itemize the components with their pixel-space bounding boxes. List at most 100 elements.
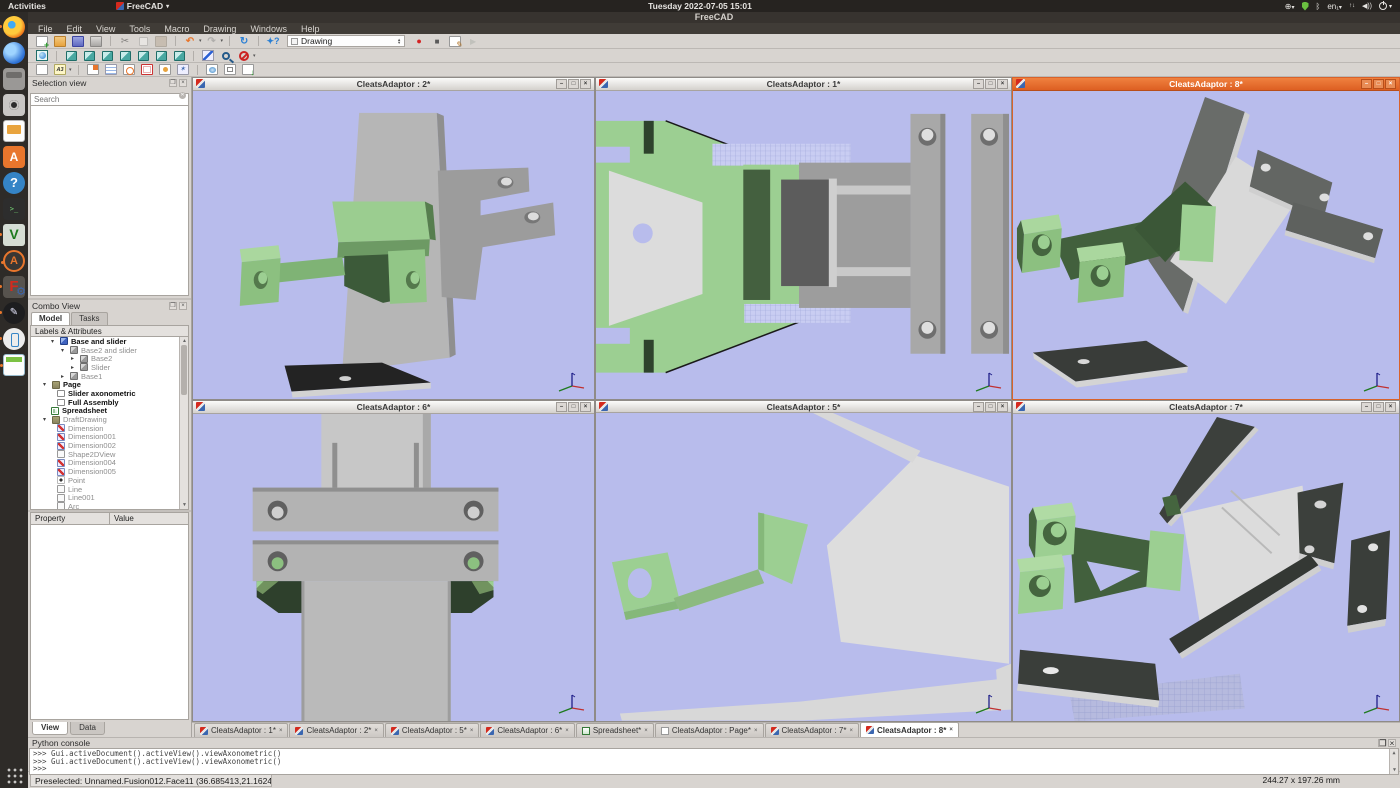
tree-item[interactable]: Dimension002 bbox=[31, 441, 188, 450]
tree-item[interactable]: Dimension004 bbox=[31, 459, 188, 468]
view-top-button[interactable] bbox=[99, 49, 115, 62]
tab-tasks[interactable]: Tasks bbox=[71, 312, 107, 325]
tab-cleatsadaptor-page[interactable]: CleatsAdaptor : Page*× bbox=[655, 723, 764, 737]
menu-windows[interactable]: Windows bbox=[250, 24, 287, 34]
paste-button[interactable] bbox=[153, 35, 169, 48]
viewport-3d-scene[interactable] bbox=[596, 413, 1011, 721]
maximize-button[interactable]: □ bbox=[985, 402, 996, 412]
save-page-button[interactable] bbox=[240, 63, 256, 76]
thunderbird-icon[interactable] bbox=[3, 42, 25, 64]
ubuntu-software-icon[interactable]: A bbox=[3, 146, 25, 168]
bluetooth-icon[interactable]: ᛒ bbox=[1316, 2, 1321, 11]
workbench-selector[interactable]: Drawing ▲▼ bbox=[287, 35, 405, 47]
calc-icon[interactable] bbox=[3, 354, 25, 376]
maximize-button[interactable]: □ bbox=[985, 79, 996, 89]
close-icon[interactable]: × bbox=[279, 728, 283, 734]
close-icon[interactable]: × bbox=[374, 728, 378, 734]
expander-icon[interactable] bbox=[71, 364, 77, 371]
vim-icon[interactable]: V bbox=[3, 224, 25, 246]
new-file-button[interactable] bbox=[34, 35, 50, 48]
design-app-icon[interactable]: ✎ bbox=[3, 302, 25, 324]
close-button[interactable]: × bbox=[1385, 79, 1396, 89]
expander-icon[interactable] bbox=[43, 381, 49, 388]
new-page-button[interactable] bbox=[34, 63, 50, 76]
power-menu[interactable]: ▾ bbox=[1379, 2, 1392, 10]
files-icon[interactable] bbox=[3, 68, 25, 90]
search-input[interactable] bbox=[30, 93, 189, 106]
tab-cleatsadaptor-6[interactable]: CleatsAdaptor : 6*× bbox=[480, 723, 574, 737]
close-icon[interactable]: × bbox=[565, 728, 569, 734]
volume-icon[interactable]: ◀)) bbox=[1362, 2, 1372, 10]
mdi-window-cleatsadaptor-2[interactable]: CleatsAdaptor : 2* –□× bbox=[192, 77, 595, 400]
app-menu[interactable]: FreeCAD ▾ bbox=[116, 1, 169, 11]
tab-cleatsadaptor-5[interactable]: CleatsAdaptor : 5*× bbox=[385, 723, 479, 737]
redo-button[interactable]: ↷ bbox=[204, 35, 220, 48]
minimize-button[interactable]: – bbox=[556, 402, 567, 412]
mdi-window-cleatsadaptor-6[interactable]: CleatsAdaptor : 6* –□× bbox=[192, 400, 595, 722]
tree-item[interactable]: Slider axonometric bbox=[31, 389, 188, 398]
a3-dropdown[interactable]: ▾ bbox=[69, 67, 72, 73]
clock[interactable]: Tuesday 2022-07-05 15:01 bbox=[0, 1, 1400, 11]
expander-icon[interactable] bbox=[61, 373, 67, 380]
fit-all-button[interactable] bbox=[34, 49, 50, 62]
python-console[interactable]: >>> Gui.activeDocument().activeView().vi… bbox=[29, 748, 1399, 775]
terminal-icon[interactable]: >_ bbox=[3, 198, 25, 220]
close-button[interactable]: × bbox=[997, 79, 1008, 89]
view-left-button[interactable] bbox=[171, 49, 187, 62]
macro-play-button[interactable]: ▶ bbox=[465, 35, 481, 48]
menu-macro[interactable]: Macro bbox=[164, 24, 189, 34]
system-tray[interactable]: ⊕▾ ᛒ en₁▾ ↑↓ ◀)) ▾ bbox=[1285, 2, 1392, 11]
save-button[interactable] bbox=[70, 35, 86, 48]
tab-cleatsadaptor-8[interactable]: CleatsAdaptor : 8*× bbox=[860, 722, 959, 737]
float-panel-button[interactable]: ❐ bbox=[169, 302, 177, 310]
close-panel-button[interactable]: × bbox=[1388, 739, 1396, 747]
mdi-window-cleatsadaptor-5[interactable]: CleatsAdaptor : 5* –□× bbox=[595, 400, 1012, 722]
float-panel-button[interactable]: ❐ bbox=[1378, 739, 1386, 747]
maximize-button[interactable]: □ bbox=[1373, 79, 1384, 89]
maximize-button[interactable]: □ bbox=[1373, 402, 1384, 412]
freecad-dock-icon[interactable]: F⚙ bbox=[3, 276, 25, 298]
macro-record-button[interactable]: ● bbox=[411, 35, 427, 48]
viewport-3d-scene[interactable] bbox=[193, 414, 594, 721]
impress-icon[interactable] bbox=[3, 120, 25, 142]
mdi-window-cleatsadaptor-1[interactable]: CleatsAdaptor : 1* –□× bbox=[595, 77, 1012, 400]
viewport-3d-scene[interactable] bbox=[596, 91, 1011, 400]
tab-cleatsadaptor-2[interactable]: CleatsAdaptor : 2*× bbox=[289, 723, 383, 737]
tree-item[interactable]: Base2 bbox=[31, 354, 188, 363]
tree-item[interactable]: Base and slider bbox=[31, 337, 188, 346]
tree-item[interactable]: Base1 bbox=[31, 372, 188, 381]
close-icon[interactable]: × bbox=[949, 727, 953, 733]
whats-this-button[interactable]: ✦? bbox=[265, 35, 281, 48]
tree-item[interactable]: Slider bbox=[31, 363, 188, 372]
close-button[interactable]: × bbox=[1385, 402, 1396, 412]
close-panel-button[interactable]: × bbox=[179, 79, 187, 87]
spreadsheet-view-button[interactable] bbox=[139, 63, 155, 76]
mdi-window-cleatsadaptor-7[interactable]: CleatsAdaptor : 7* –□× bbox=[1012, 400, 1400, 722]
measure-button[interactable] bbox=[200, 49, 216, 62]
close-icon[interactable]: × bbox=[470, 728, 474, 734]
zoom-button[interactable] bbox=[218, 49, 234, 62]
close-button[interactable]: × bbox=[997, 402, 1008, 412]
tab-model[interactable]: Model bbox=[31, 312, 70, 325]
menu-edit[interactable]: Edit bbox=[67, 24, 83, 34]
tree-item[interactable]: Arc bbox=[31, 502, 188, 510]
tree-item[interactable]: Shape2DView bbox=[31, 450, 188, 459]
tab-spreadsheet[interactable]: Spreadsheet*× bbox=[576, 723, 654, 737]
menu-help[interactable]: Help bbox=[301, 24, 320, 34]
tree-item[interactable]: Dimension bbox=[31, 424, 188, 433]
console-scrollbar[interactable]: ▲▼ bbox=[1389, 749, 1398, 774]
window-titlebar[interactable]: FreeCAD bbox=[28, 12, 1400, 23]
show-apps-icon[interactable] bbox=[5, 766, 23, 784]
draft-view-button[interactable] bbox=[157, 63, 173, 76]
tab-view[interactable]: View bbox=[32, 722, 68, 735]
tree-item[interactable]: Line001 bbox=[31, 493, 188, 502]
undo-button[interactable]: ↶ bbox=[182, 35, 198, 48]
projection-group-button[interactable] bbox=[222, 63, 238, 76]
tab-cleatsadaptor-1[interactable]: CleatsAdaptor : 1*× bbox=[194, 723, 288, 737]
tree-item[interactable]: Spreadsheet bbox=[31, 407, 188, 416]
clear-search-icon[interactable]: ✕ bbox=[179, 92, 186, 99]
undo-dropdown[interactable]: ▾ bbox=[199, 38, 202, 44]
annotation-button[interactable] bbox=[103, 63, 119, 76]
maximize-button[interactable]: □ bbox=[568, 402, 579, 412]
float-panel-button[interactable]: ❐ bbox=[169, 79, 177, 87]
